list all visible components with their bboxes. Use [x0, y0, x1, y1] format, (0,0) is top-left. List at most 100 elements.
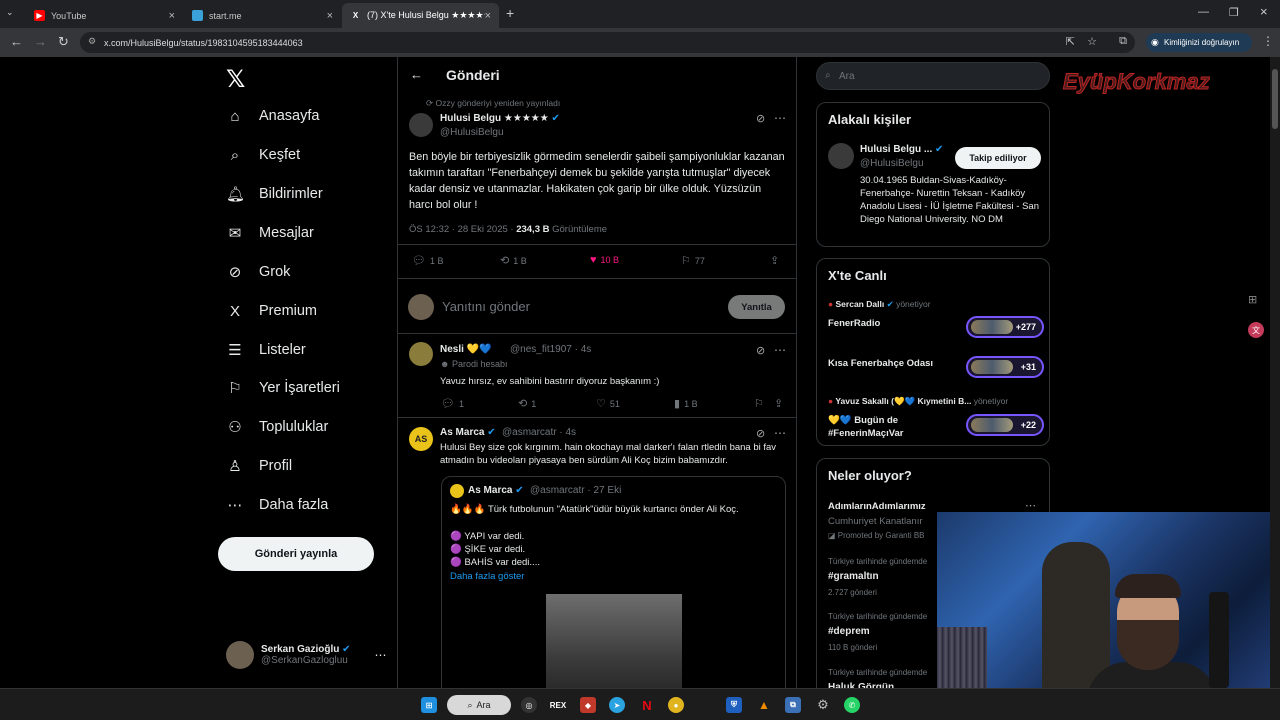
- reply-button[interactable]: Yanıtla: [728, 295, 785, 319]
- reply-author-name[interactable]: As Marca ✔: [440, 427, 496, 438]
- reply-action[interactable]: 💬︎ 1 B: [412, 254, 443, 267]
- bookmark-action[interactable]: ⚐ 77: [681, 254, 705, 267]
- grok-explain-icon[interactable]: ⊘: [756, 427, 765, 440]
- like-action[interactable]: ♡ 51: [596, 397, 620, 410]
- avatar[interactable]: AS: [409, 427, 433, 451]
- close-tab-icon[interactable]: ×: [169, 10, 175, 22]
- windows-start-icon[interactable]: ⊞: [421, 697, 437, 713]
- account-switcher[interactable]: Serkan Gazioğlu ✔ @SerkanGazlogluu ⋯: [226, 641, 387, 669]
- whatsapp-icon[interactable]: ✆: [844, 697, 860, 713]
- repost-action[interactable]: ⟲ 1: [518, 397, 536, 410]
- taskbar-search[interactable]: ⌕ Ara: [447, 695, 511, 715]
- live-space-title[interactable]: 💛💙 Bugün de #FenerinMaçıVar: [828, 414, 958, 440]
- close-tab-icon[interactable]: ×: [327, 10, 333, 22]
- tweet-author-handle[interactable]: @HulusiBelgu: [440, 127, 504, 138]
- settings-icon[interactable]: ⚙: [815, 697, 831, 713]
- share-action[interactable]: ⇪: [774, 397, 787, 410]
- x-logo-icon[interactable]: 𝕏: [226, 65, 245, 94]
- bookmark-star-icon[interactable]: ☆: [1087, 35, 1097, 48]
- extensions-icon[interactable]: ⧉: [1119, 35, 1127, 48]
- quoted-tweet[interactable]: As Marca ✔ @asmarcatr · 27 Eki 🔥🔥🔥 Türk …: [441, 476, 786, 688]
- telegram-icon[interactable]: ➤: [609, 697, 625, 713]
- following-button[interactable]: Takip ediliyor: [955, 147, 1041, 169]
- more-dots-icon[interactable]: ⋯: [375, 648, 387, 662]
- rex-icon[interactable]: REX: [550, 697, 566, 713]
- trend-item[interactable]: #deprem: [828, 626, 870, 637]
- live-space-title[interactable]: FenerRadio: [828, 317, 880, 330]
- maximize-icon[interactable]: ❐: [1229, 6, 1239, 19]
- views-action[interactable]: ▮ 1 B: [674, 397, 698, 410]
- nav-notifications[interactable]: 🔔︎ Bildirimler: [226, 181, 323, 207]
- scrollbar-thumb[interactable]: [1272, 69, 1278, 129]
- chrome-icon[interactable]: ●: [668, 697, 684, 713]
- related-handle[interactable]: @HulusiBelgu: [860, 158, 924, 169]
- nav-home[interactable]: ⌂ Anasayfa: [226, 103, 319, 129]
- scrollbar[interactable]: [1270, 57, 1280, 688]
- like-action[interactable]: ♥ 10 B: [590, 254, 619, 266]
- avatar[interactable]: [409, 342, 433, 366]
- verify-identity-button[interactable]: ◉ Kimliğinizi doğrulayın: [1146, 33, 1252, 52]
- avatar[interactable]: [409, 113, 433, 137]
- show-more-link[interactable]: Daha fazla göster: [450, 570, 524, 583]
- search-input[interactable]: ⌕ Ara: [816, 62, 1050, 90]
- bookmark-action[interactable]: ⚐: [754, 397, 768, 410]
- nav-more[interactable]: ⋯ Daha fazla: [226, 492, 329, 518]
- reply-input[interactable]: Yanıtını gönder: [442, 299, 530, 314]
- netflix-icon[interactable]: N: [639, 697, 655, 713]
- live-space-listeners[interactable]: +31: [966, 356, 1044, 378]
- reply-action[interactable]: 💬︎ 1: [441, 397, 464, 410]
- trend-item[interactable]: #gramaltın: [828, 571, 879, 582]
- more-dots-icon[interactable]: ⋯: [774, 343, 786, 357]
- grok-explain-icon[interactable]: ⊘: [756, 112, 765, 125]
- new-tab-icon[interactable]: +: [506, 5, 514, 21]
- reply-author-handle[interactable]: @nes_fit1907 · 4s: [510, 344, 591, 355]
- live-space-listeners[interactable]: +277: [966, 316, 1044, 338]
- nav-explore[interactable]: ⌕ Keşfet: [226, 142, 300, 168]
- tab-list-chevron-icon[interactable]: ⌄: [6, 7, 14, 18]
- active-app-icon[interactable]: ⧉: [785, 697, 801, 713]
- avatar[interactable]: [828, 143, 854, 169]
- more-dots-icon[interactable]: ⋯: [774, 111, 786, 125]
- tab-youtube[interactable]: ▶ YouTube ×: [26, 3, 183, 28]
- nav-profile[interactable]: ♙ Profil: [226, 453, 292, 479]
- close-tab-icon[interactable]: ×: [485, 10, 491, 22]
- address-bar[interactable]: ⚙ x.com/HulusiBelgu/status/1983104595183…: [80, 32, 1135, 53]
- menu-dots-icon[interactable]: ⋮: [1262, 34, 1274, 48]
- reply-author-handle[interactable]: @asmarcatr · 4s: [502, 427, 576, 438]
- reload-icon[interactable]: ↻: [58, 34, 69, 50]
- live-space-listeners[interactable]: +22: [966, 414, 1044, 436]
- nav-grok[interactable]: ⊘ Grok: [226, 259, 291, 285]
- more-dots-icon[interactable]: ⋯: [774, 426, 786, 440]
- back-arrow-icon[interactable]: ←: [410, 67, 423, 82]
- translate-icon[interactable]: 文: [1248, 322, 1264, 338]
- install-icon[interactable]: ⇱: [1066, 35, 1075, 48]
- nav-messages[interactable]: ✉ Mesajlar: [226, 220, 314, 246]
- tool-icon[interactable]: ◆: [580, 697, 596, 713]
- nav-bookmarks[interactable]: ⚐ Yer İşaretleri: [226, 375, 340, 401]
- related-name[interactable]: Hulusi Belgu ... ✔: [860, 144, 943, 155]
- side-panel-grid-icon[interactable]: ⊞: [1248, 293, 1257, 306]
- forward-icon[interactable]: →: [34, 34, 47, 49]
- tweet-author-name[interactable]: Hulusi Belgu ★★★★★ ✔: [440, 113, 560, 124]
- bitwarden-icon[interactable]: ⛨: [726, 697, 742, 713]
- close-window-icon[interactable]: ×: [1260, 4, 1268, 19]
- live-space-title[interactable]: Kısa Fenerbahçe Odası: [828, 357, 933, 370]
- back-icon[interactable]: ←: [10, 34, 23, 49]
- share-action[interactable]: ⇪: [770, 254, 783, 267]
- tab-x-post[interactable]: X (7) X'te Hulusi Belgu ★★★★★ ×: [342, 3, 499, 28]
- nav-communities[interactable]: ⚇ Topluluklar: [226, 414, 328, 440]
- site-info-icon[interactable]: ⚙: [88, 36, 96, 47]
- repost-action[interactable]: ⟲ 1 B: [500, 254, 527, 267]
- vlc-icon[interactable]: ▲: [756, 697, 772, 713]
- tab-startme[interactable]: start.me ×: [184, 3, 341, 28]
- minimize-icon[interactable]: —: [1198, 6, 1209, 18]
- quote-video-thumbnail[interactable]: [546, 594, 682, 688]
- reply-author-name[interactable]: Nesli 💛💙: [440, 344, 492, 355]
- post-button[interactable]: Gönderi yayınla: [218, 537, 374, 571]
- nav-premium[interactable]: X Premium: [226, 298, 317, 324]
- obs-icon[interactable]: ◎: [521, 697, 537, 713]
- more-dots-icon[interactable]: ⋯: [1025, 499, 1036, 512]
- grok-explain-icon[interactable]: ⊘: [756, 344, 765, 357]
- trend-item[interactable]: AdımlarınAdımlarımız: [828, 501, 926, 512]
- nav-lists[interactable]: ☰ Listeler: [226, 337, 305, 363]
